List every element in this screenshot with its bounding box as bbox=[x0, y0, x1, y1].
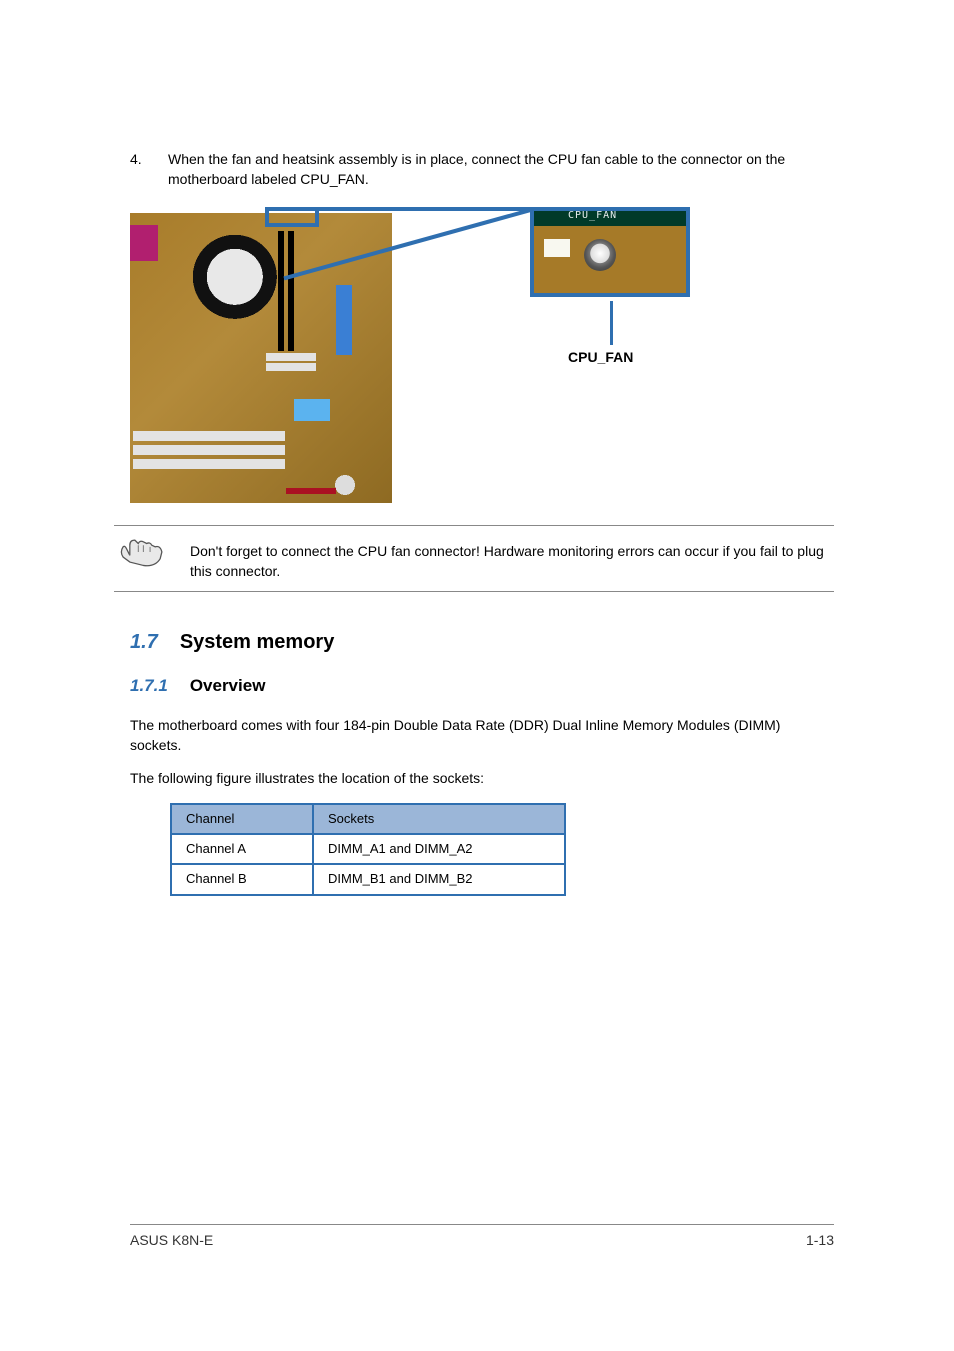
cpu-fan-callout-label: CPU_FAN bbox=[568, 348, 633, 368]
install-step: 4. When the fan and heatsink assembly is… bbox=[130, 150, 834, 189]
table-row: Channel A DIMM_A1 and DIMM_A2 bbox=[171, 834, 565, 864]
hand-pointer-icon bbox=[118, 536, 172, 578]
callout-box-outline bbox=[265, 207, 319, 227]
section-number: 1.7 bbox=[130, 628, 158, 656]
table-header-row: Channel Sockets bbox=[171, 804, 565, 834]
table-header-channel: Channel bbox=[171, 804, 313, 834]
page-footer: ASUS K8N-E 1-13 bbox=[130, 1224, 834, 1251]
step-text: When the fan and heatsink assembly is in… bbox=[168, 150, 834, 189]
subsection-heading: 1.7.1 Overview bbox=[130, 674, 834, 698]
subsection-title: Overview bbox=[190, 674, 266, 698]
channel-b-sockets: DIMM_B1 and DIMM_B2 bbox=[313, 864, 565, 894]
callout-connector-line-top bbox=[317, 207, 532, 211]
section-heading: 1.7 System memory bbox=[130, 628, 834, 656]
overview-paragraph-2: The following figure illustrates the loc… bbox=[130, 769, 834, 789]
table-row: Channel B DIMM_B1 and DIMM_B2 bbox=[171, 864, 565, 894]
subsection-number: 1.7.1 bbox=[130, 674, 168, 698]
table-header-sockets: Sockets bbox=[313, 804, 565, 834]
overview-paragraph-1: The motherboard comes with four 184-pin … bbox=[130, 716, 834, 755]
cpu-fan-silkscreen-text: CPU_FAN bbox=[568, 209, 617, 223]
important-note: Don't forget to connect the CPU fan conn… bbox=[114, 525, 834, 592]
section-title: System memory bbox=[180, 628, 335, 656]
note-text: Don't forget to connect the CPU fan conn… bbox=[190, 536, 834, 581]
channel-a-label: Channel A bbox=[171, 834, 313, 864]
memory-channel-table: Channel Sockets Channel A DIMM_A1 and DI… bbox=[170, 803, 566, 896]
channel-b-label: Channel B bbox=[171, 864, 313, 894]
footer-product: ASUS K8N-E bbox=[130, 1231, 213, 1251]
step-number: 4. bbox=[130, 150, 150, 189]
motherboard-figure: CPU_FAN CPU_FAN bbox=[130, 207, 834, 507]
channel-a-sockets: DIMM_A1 and DIMM_A2 bbox=[313, 834, 565, 864]
callout-leader-line bbox=[610, 301, 613, 345]
footer-page-number: 1-13 bbox=[806, 1231, 834, 1251]
